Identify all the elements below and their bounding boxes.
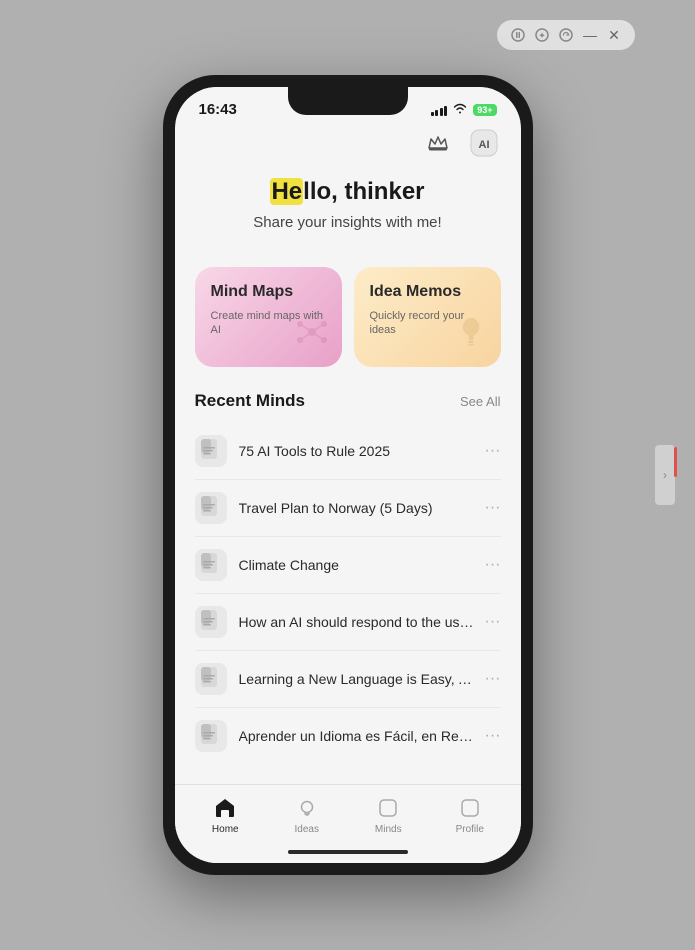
home-icon — [212, 795, 238, 821]
signal-bar-1 — [431, 112, 434, 116]
cards-row: Mind Maps Create mind maps with AI — [195, 267, 501, 367]
pause-button[interactable] — [509, 26, 527, 44]
home-indicator — [175, 841, 521, 863]
greeting-highlight: He — [270, 178, 303, 205]
item-more-6[interactable]: ··· — [477, 727, 501, 745]
ai-icon[interactable]: AI — [467, 126, 501, 160]
nav-profile[interactable]: Profile — [440, 795, 500, 835]
minds-icon — [375, 795, 401, 821]
svg-text:AI: AI — [478, 139, 489, 151]
item-icon-4 — [195, 606, 227, 638]
item-more-4[interactable]: ··· — [477, 613, 501, 631]
mind-maps-title: Mind Maps — [211, 283, 326, 301]
nav-ideas-label: Ideas — [295, 824, 319, 835]
mind-maps-icon — [294, 314, 330, 357]
item-name-1: 75 AI Tools to Rule 2025 — [239, 443, 477, 459]
recent-item-2[interactable]: Travel Plan to Norway (5 Days) ··· — [195, 480, 501, 537]
item-more-3[interactable]: ··· — [477, 556, 501, 574]
nav-minds[interactable]: Minds — [358, 795, 418, 835]
ideas-icon — [294, 795, 320, 821]
scroll-indicator — [674, 447, 677, 477]
item-more-5[interactable]: ··· — [477, 670, 501, 688]
idea-memos-icon — [453, 314, 489, 357]
item-name-4: How an AI should respond to the users... — [239, 614, 477, 630]
star-button[interactable]: ✦ — [533, 26, 551, 44]
phone-notch — [288, 87, 408, 115]
recent-list: 75 AI Tools to Rule 2025 ··· — [195, 423, 501, 764]
item-more-1[interactable]: ··· — [477, 442, 501, 460]
mind-maps-card[interactable]: Mind Maps Create mind maps with AI — [195, 267, 342, 367]
idea-memos-card[interactable]: Idea Memos Quickly record your ideas — [354, 267, 501, 367]
recent-item-6[interactable]: Aprender un Idioma es Fácil, en Realid..… — [195, 708, 501, 764]
phone-screen: 16:43 93+ — [175, 87, 521, 863]
recent-item-4[interactable]: How an AI should respond to the users...… — [195, 594, 501, 651]
crown-icon[interactable] — [421, 126, 455, 160]
signal-bar-2 — [435, 110, 438, 116]
status-time: 16:43 — [199, 101, 237, 118]
item-icon-5 — [195, 663, 227, 695]
item-more-2[interactable]: ··· — [477, 499, 501, 517]
recent-item-1[interactable]: 75 AI Tools to Rule 2025 ··· — [195, 423, 501, 480]
item-icon-6 — [195, 720, 227, 752]
nav-ideas[interactable]: Ideas — [277, 795, 337, 835]
top-actions: AI — [175, 122, 521, 168]
sidebar-arrow[interactable]: › — [655, 445, 675, 505]
wifi-icon — [452, 102, 468, 117]
hero-greeting: Hello, thinker — [270, 178, 424, 206]
see-all-link[interactable]: See All — [460, 394, 500, 409]
signal-bars — [431, 104, 448, 116]
item-icon-1 — [195, 435, 227, 467]
main-content: Hello, thinker Share your insights with … — [175, 168, 521, 784]
idea-memos-title: Idea Memos — [370, 283, 485, 301]
hero-subtitle: Share your insights with me! — [195, 214, 501, 231]
window-controls-bar: ✦ — ✕ — [497, 20, 635, 50]
profile-icon — [457, 795, 483, 821]
recent-item-5[interactable]: Learning a New Language is Easy, Act... … — [195, 651, 501, 708]
item-name-2: Travel Plan to Norway (5 Days) — [239, 500, 477, 516]
battery-badge: 93+ — [473, 104, 496, 116]
hero-section: Hello, thinker Share your insights with … — [195, 168, 501, 251]
greeting-rest: llo, thinker — [303, 178, 424, 205]
refresh-button[interactable] — [557, 26, 575, 44]
signal-bar-3 — [440, 108, 443, 116]
nav-profile-label: Profile — [456, 824, 484, 835]
close-button[interactable]: ✕ — [605, 26, 623, 44]
minimize-button[interactable]: — — [581, 26, 599, 44]
recent-minds-title: Recent Minds — [195, 391, 306, 411]
nav-minds-label: Minds — [375, 824, 402, 835]
svg-text:✦: ✦ — [538, 31, 546, 41]
desktop-background: ✦ — ✕ › 16:43 — [0, 0, 695, 950]
item-icon-3 — [195, 549, 227, 581]
item-name-3: Climate Change — [239, 557, 477, 573]
nav-home-label: Home — [212, 824, 239, 835]
home-bar — [288, 850, 408, 854]
item-name-6: Aprender un Idioma es Fácil, en Realid..… — [239, 728, 477, 744]
recent-item-3[interactable]: Climate Change ··· — [195, 537, 501, 594]
recent-minds-header: Recent Minds See All — [195, 391, 501, 411]
signal-bar-4 — [444, 106, 447, 116]
nav-home[interactable]: Home — [195, 795, 255, 835]
item-icon-2 — [195, 492, 227, 524]
item-name-5: Learning a New Language is Easy, Act... — [239, 671, 477, 687]
phone-frame: 16:43 93+ — [163, 75, 533, 875]
bottom-nav: Home Ideas — [175, 784, 521, 841]
status-icons: 93+ — [431, 102, 497, 117]
